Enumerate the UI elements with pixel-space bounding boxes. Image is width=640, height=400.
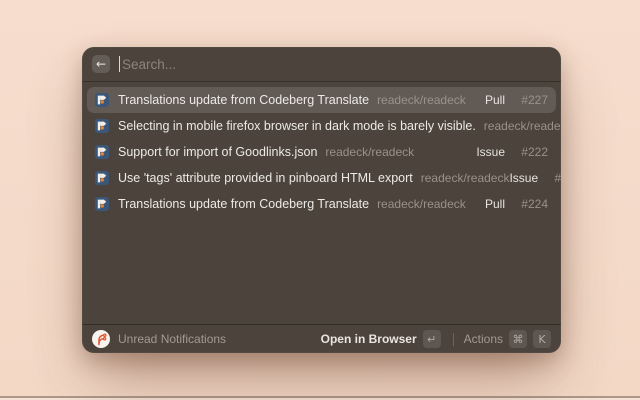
source-label: Unread Notifications xyxy=(118,332,226,346)
item-number: #227 xyxy=(516,93,548,107)
return-keycap[interactable]: ↵ xyxy=(423,330,441,348)
actions-button[interactable]: Actions xyxy=(464,332,503,346)
readeck-icon xyxy=(95,197,109,211)
open-in-browser-button[interactable]: Open in Browser xyxy=(321,332,417,346)
item-title: Translations update from Codeberg Transl… xyxy=(118,197,369,211)
item-repo: readeck/readeck xyxy=(421,171,510,185)
forgejo-icon xyxy=(92,330,110,348)
item-repo: readeck/readeck xyxy=(325,145,414,159)
back-icon: ← xyxy=(96,55,106,73)
readeck-icon xyxy=(95,171,109,185)
footer-divider xyxy=(453,333,454,346)
readeck-icon xyxy=(95,145,109,159)
item-number: #224 xyxy=(516,197,548,211)
search-bar: ← xyxy=(82,47,561,81)
item-repo: readeck/readeck xyxy=(377,197,466,211)
list-item[interactable]: Translations update from Codeberg Transl… xyxy=(87,87,556,113)
item-repo: readeck/readeck xyxy=(377,93,466,107)
item-type: Issue xyxy=(509,171,538,185)
action-bar: Unread Notifications Open in Browser ↵ A… xyxy=(82,324,561,353)
item-title: Selecting in mobile firefox browser in d… xyxy=(118,119,476,133)
back-button[interactable]: ← xyxy=(92,55,110,73)
item-repo: readeck/readeck xyxy=(484,119,561,133)
readeck-icon xyxy=(95,93,109,107)
item-number: #222 xyxy=(516,145,548,159)
list-item[interactable]: Use 'tags' attribute provided in pinboar… xyxy=(87,165,556,191)
item-type: Pull xyxy=(485,197,505,211)
item-title: Translations update from Codeberg Transl… xyxy=(118,93,369,107)
item-type: Pull xyxy=(485,93,505,107)
list-item[interactable]: Translations update from Codeberg Transl… xyxy=(87,191,556,217)
list-item[interactable]: Selecting in mobile firefox browser in d… xyxy=(87,113,556,139)
notification-list: Translations update from Codeberg Transl… xyxy=(82,82,561,324)
item-number: #226 xyxy=(549,171,561,185)
text-caret xyxy=(119,56,120,72)
item-title: Support for import of Goodlinks.json xyxy=(118,145,317,159)
cmd-keycap[interactable]: ⌘ xyxy=(509,330,527,348)
k-keycap[interactable]: K xyxy=(533,330,551,348)
item-title: Use 'tags' attribute provided in pinboar… xyxy=(118,171,413,185)
readeck-icon xyxy=(95,119,109,133)
search-input[interactable] xyxy=(122,57,551,72)
item-type: Issue xyxy=(476,145,505,159)
notifications-window: ← Translations update from Codeberg Tran… xyxy=(82,47,561,353)
list-item[interactable]: Support for import of Goodlinks.json rea… xyxy=(87,139,556,165)
